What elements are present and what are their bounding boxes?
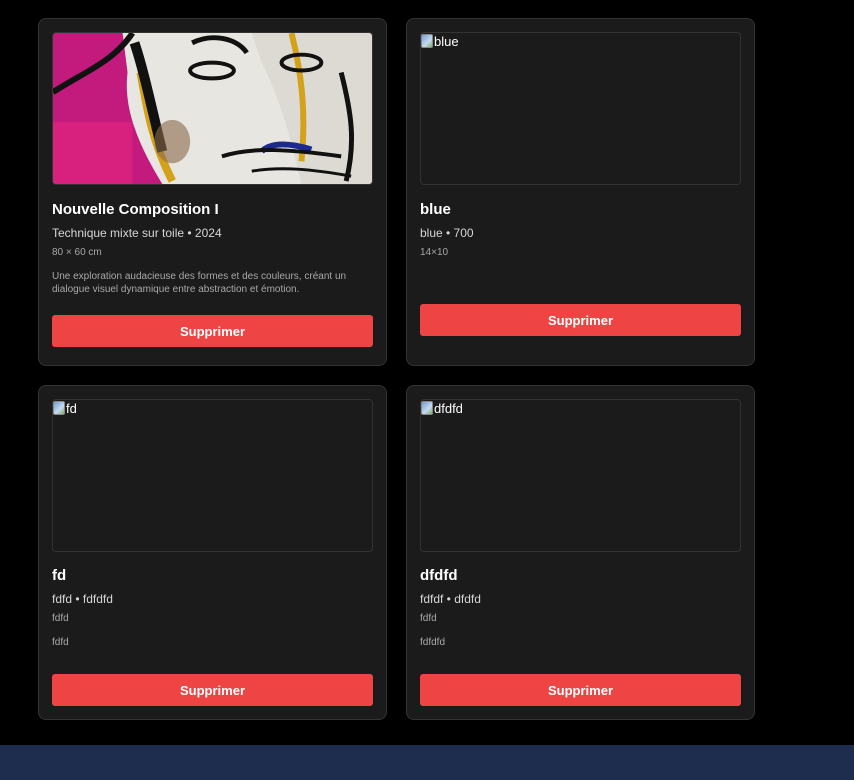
artwork-title: dfdfd [420,567,458,584]
artwork-description: Une exploration audacieuse des formes et… [52,271,347,295]
artwork-grid: Nouvelle Composition I Technique mixte s… [38,18,755,720]
artwork-card: blue blue blue • 700 14×10 Supprimer [406,18,755,366]
artwork-dimensions: 80 × 60 cm [52,247,102,258]
artwork-dimensions: fdfd [52,613,69,624]
artwork-image: fd [52,399,373,552]
delete-button[interactable]: Supprimer [420,674,741,706]
artwork-card: dfdfd dfdfd fdfdf • dfdfd fdfd fdfdfd Su… [406,385,755,720]
painting-image [53,33,372,184]
broken-image-icon: blue [421,34,459,49]
delete-button[interactable]: Supprimer [52,674,373,706]
artwork-meta: fdfdf • dfdfd [420,592,481,606]
artwork-description: fdfd [52,637,69,648]
image-alt-text: fd [66,401,77,416]
image-placeholder-icon [421,34,433,48]
image-placeholder-icon [53,401,65,415]
artwork-image [52,32,373,185]
artwork-card: Nouvelle Composition I Technique mixte s… [38,18,387,366]
artwork-image: dfdfd [420,399,741,552]
delete-button[interactable]: Supprimer [420,304,741,336]
artwork-card: fd fd fdfd • fdfdfd fdfd fdfd Supprimer [38,385,387,720]
artwork-description: fdfdfd [420,637,446,648]
image-placeholder-icon [421,401,433,415]
broken-image-icon: dfdfd [421,401,463,416]
artwork-meta: blue • 700 [420,226,474,240]
image-alt-text: dfdfd [434,401,463,416]
artwork-title: fd [52,567,67,584]
image-alt-text: blue [434,34,459,49]
artwork-title: Nouvelle Composition I [52,201,219,218]
broken-image-icon: fd [53,401,77,416]
footer-bar [0,745,854,780]
artwork-dimensions: fdfd [420,613,437,624]
artwork-meta: fdfd • fdfdfd [52,592,113,606]
artwork-description [420,270,741,284]
artwork-image: blue [420,32,741,185]
artwork-title: blue [420,201,451,218]
delete-button[interactable]: Supprimer [52,315,373,347]
artwork-dimensions: 14×10 [420,247,449,258]
artwork-meta: Technique mixte sur toile • 2024 [52,226,222,240]
